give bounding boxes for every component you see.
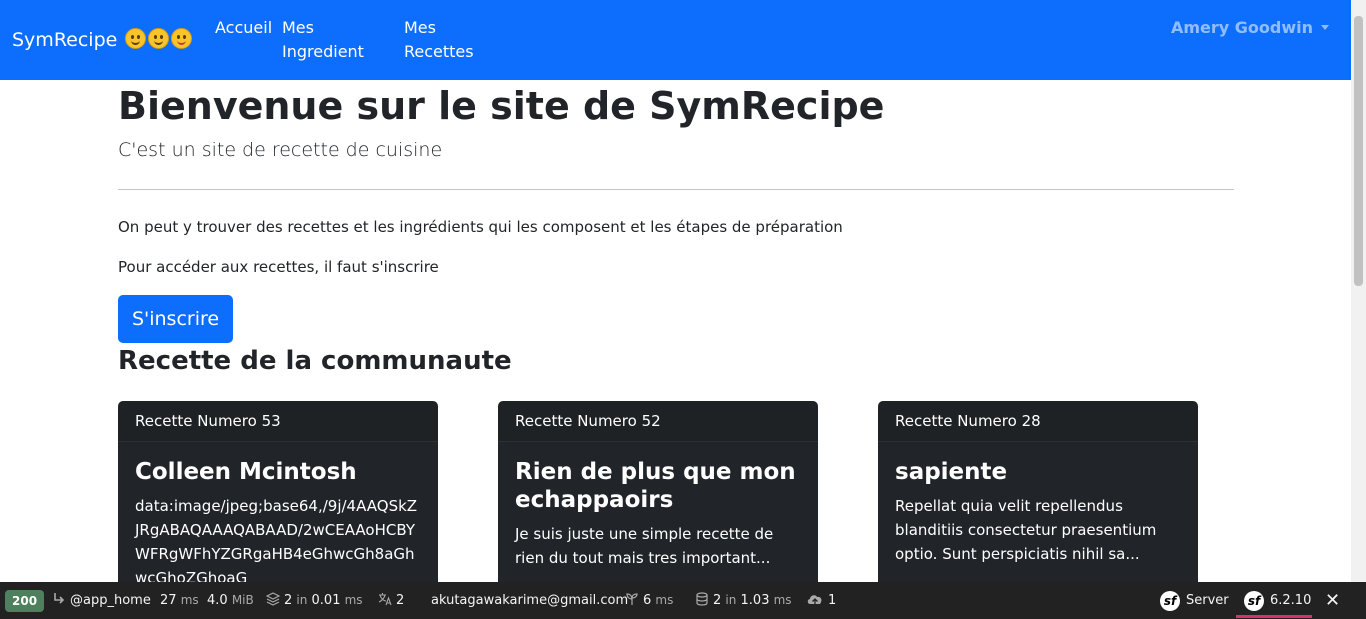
- signup-paragraph: Pour accéder aux recettes, il faut s'ins…: [118, 258, 439, 276]
- card-header: Recette Numero 53: [118, 401, 438, 442]
- brand-label: SymRecipe: [12, 29, 118, 51]
- cache-unit: ms: [344, 593, 363, 607]
- divider: [118, 189, 1234, 190]
- user-item[interactable]: akutagawakarime@gmail.com: [431, 582, 628, 619]
- card-title: sapiente: [895, 459, 1008, 485]
- debug-toolbar: 200 @app_home 27 ms 4.0 MiB 2 in 0.01 ms…: [0, 582, 1366, 619]
- nav-link-recipes[interactable]: Mes Recettes: [404, 16, 484, 64]
- route-item[interactable]: @app_home: [52, 582, 151, 619]
- http-value: 1: [828, 593, 837, 608]
- redirect-arrow-icon: [54, 593, 65, 604]
- db-in: in: [725, 593, 737, 607]
- memory-unit: MiB: [231, 593, 254, 607]
- cache-time: 0.01: [311, 593, 341, 608]
- status-badge[interactable]: 200: [5, 590, 45, 612]
- translation-item[interactable]: 2: [378, 582, 404, 619]
- twig-leaf-icon: [626, 593, 638, 605]
- server-item[interactable]: sf Server: [1160, 582, 1229, 619]
- translation-count: 2: [396, 593, 405, 608]
- intro-paragraph: On peut y trouver des recettes et les in…: [118, 218, 843, 236]
- card-title: Rien de plus que mon echappaoirs: [515, 459, 796, 513]
- cloud-upload-icon: [807, 595, 822, 605]
- memory-value: 4.0: [207, 593, 228, 608]
- server-label: Server: [1186, 593, 1229, 608]
- http-client-item[interactable]: 1: [806, 582, 836, 619]
- cache-item[interactable]: 2 in 0.01 ms: [266, 582, 363, 619]
- db-unit: ms: [773, 593, 792, 607]
- nav-link-home[interactable]: Accueil: [215, 16, 272, 40]
- twig-unit: ms: [655, 593, 674, 607]
- cache-in: in: [296, 593, 308, 607]
- chevron-down-icon: [1321, 25, 1329, 30]
- card-text: data:image/jpeg;base64,/9j/4AAQSkZJRgABA…: [135, 497, 418, 587]
- navbar: SymRecipe Accueil Mes Ingredient Mes Rec…: [0, 0, 1351, 80]
- card-text: Je suis juste une simple recette de rien…: [515, 525, 774, 567]
- nav-link-ingredients[interactable]: Mes Ingredient: [282, 16, 372, 64]
- version-item[interactable]: sf 6.2.10: [1244, 582, 1311, 619]
- community-heading: Recette de la communaute: [118, 346, 512, 376]
- twig-item[interactable]: 6 ms: [625, 582, 673, 619]
- page-subtitle: C'est un site de recette de cuisine: [118, 139, 443, 161]
- translate-icon: [378, 593, 392, 606]
- symfony-logo-icon: sf: [1160, 590, 1180, 611]
- layers-icon: [266, 592, 280, 606]
- card-body: Rien de plus que mon echappaoirs Je suis…: [498, 442, 818, 586]
- page-title: Bienvenue sur le site de SymRecipe: [118, 84, 885, 128]
- time-item[interactable]: 27 ms: [160, 582, 199, 619]
- time-unit: ms: [180, 593, 199, 607]
- user-email: akutagawakarime@gmail.com: [431, 593, 629, 608]
- page-scrollbar[interactable]: [1351, 0, 1366, 582]
- twig-value: 6: [643, 593, 652, 608]
- route-name: @app_home: [70, 593, 151, 608]
- cache-value: 2: [284, 593, 293, 608]
- yum-emoji-icon: [171, 28, 193, 49]
- close-toolbar-button[interactable]: ✕: [1325, 582, 1340, 619]
- card-body: sapiente Repellat quia velit repellendus…: [878, 442, 1198, 582]
- smile-emoji-icon: [125, 28, 147, 49]
- db-time: 1.03: [740, 593, 770, 608]
- db-value: 2: [713, 593, 722, 608]
- time-value: 27: [160, 593, 177, 608]
- database-icon: [696, 592, 708, 606]
- card-header: Recette Numero 52: [498, 401, 818, 442]
- smile-emoji-icon: [148, 28, 170, 49]
- scrollbar-thumb[interactable]: [1354, 16, 1363, 286]
- card-header: Recette Numero 28: [878, 401, 1198, 442]
- signup-button[interactable]: S'inscrire: [118, 295, 233, 343]
- database-item[interactable]: 2 in 1.03 ms: [695, 582, 792, 619]
- user-dropdown[interactable]: Amery Goodwin: [1171, 16, 1329, 40]
- symfony-logo-icon: sf: [1244, 590, 1264, 611]
- user-name: Amery Goodwin: [1170, 18, 1313, 37]
- version-underline: [1236, 615, 1312, 618]
- symfony-version: 6.2.10: [1270, 593, 1312, 608]
- brand-link[interactable]: SymRecipe: [12, 28, 193, 51]
- card-text: Repellat quia velit repellendus blanditi…: [895, 497, 1157, 563]
- memory-item[interactable]: 4.0 MiB: [207, 582, 254, 619]
- card-title: Colleen Mcintosh: [135, 459, 357, 485]
